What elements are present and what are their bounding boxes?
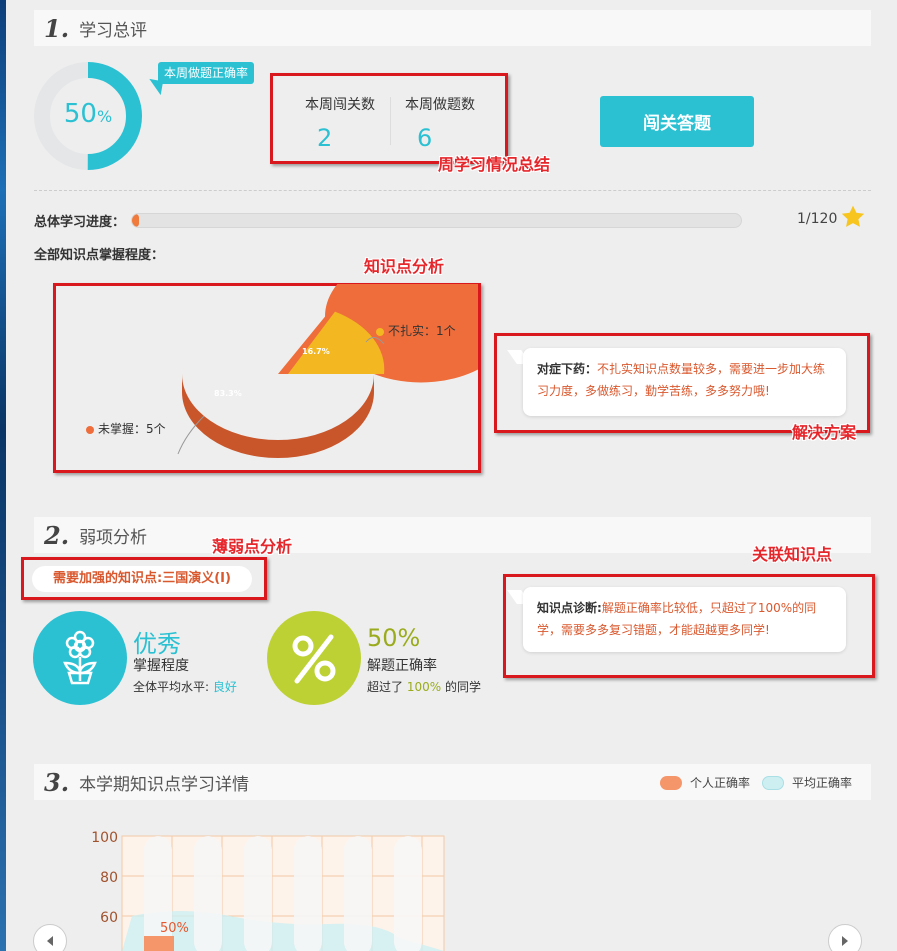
weak-highlight-box: [21, 557, 267, 600]
section1-title: 学习总评: [79, 20, 148, 41]
personal-bar-1: [144, 936, 174, 951]
progress-label: 总体学习进度：: [34, 215, 126, 230]
pie-depth: [182, 374, 374, 458]
legend-average-swatch: [762, 775, 784, 790]
accuracy-bubble: 本周做题正确率: [158, 62, 255, 84]
progress-fill: [132, 214, 140, 227]
mastery-pie-chart: 16.7% 83.3%: [177, 284, 478, 458]
accuracy-label: 解题正确率: [367, 658, 437, 674]
avg-level: 全体平均水平: 良好: [133, 680, 237, 694]
chart-next-button[interactable]: [828, 924, 862, 951]
section3-title: 本学期知识点学习详情: [79, 774, 250, 795]
section1-header: 1. 学习总评: [34, 10, 871, 46]
beat-text: 超过了 100% 的同学: [367, 680, 481, 694]
weak-annotation: 薄弱点分析: [212, 537, 293, 556]
ring-value: 50%: [63, 99, 113, 129]
legend-average: 平均正确率: [762, 774, 852, 791]
flower-icon: [63, 630, 97, 685]
pie-label-small: 不扎实：1个: [376, 322, 456, 339]
pie-pct-small: 16.7%: [302, 347, 330, 356]
mastery-level-label: 掌握程度: [133, 658, 189, 674]
chevron-left-icon: [47, 936, 53, 946]
challenge-button[interactable]: 闯关答题: [600, 96, 754, 147]
progress-count: 1/120: [797, 211, 838, 227]
chevron-right-icon: [842, 936, 848, 946]
ytick-100: 100: [91, 830, 118, 846]
pie-pct-big: 83.3%: [214, 389, 242, 398]
bar-data-label: 50%: [160, 921, 189, 936]
mastery-label: 全部知识点掌握程度：: [34, 248, 165, 263]
solution-highlight-box: [494, 333, 870, 433]
accuracy-circle: [267, 611, 361, 705]
section2-number: 2.: [44, 520, 70, 550]
section1-number: 1.: [44, 13, 70, 43]
percent-icon: [292, 634, 336, 684]
ytick-60: 60: [100, 910, 118, 926]
diagnosis-highlight-box: [503, 574, 875, 678]
related-annotation: 关联知识点: [752, 545, 833, 564]
solution-annotation: 解决方案: [792, 423, 857, 442]
section2-header: 2. 弱项分析: [34, 517, 871, 553]
accuracy-value: 50%: [367, 624, 421, 652]
divider: [34, 190, 871, 191]
star-icon: [841, 205, 865, 227]
ytick-80: 80: [100, 870, 118, 886]
mastery-circle: [33, 611, 127, 705]
section3-number: 3.: [44, 767, 70, 797]
legend-personal: 个人正确率: [660, 774, 750, 791]
legend-personal-swatch: [660, 775, 682, 790]
mastery-value: 优秀: [133, 630, 181, 658]
knowledge-detail-chart: 50% 100 80 60: [91, 830, 445, 951]
chart-prev-button[interactable]: [33, 924, 67, 951]
section2-title: 弱项分析: [79, 527, 148, 548]
pie-label-big: 未掌握：5个: [86, 420, 166, 437]
knowledge-annotation: 知识点分析: [364, 257, 445, 276]
weekly-annotation: 周学习情况总结: [438, 155, 551, 174]
progress-bar: [131, 213, 742, 228]
